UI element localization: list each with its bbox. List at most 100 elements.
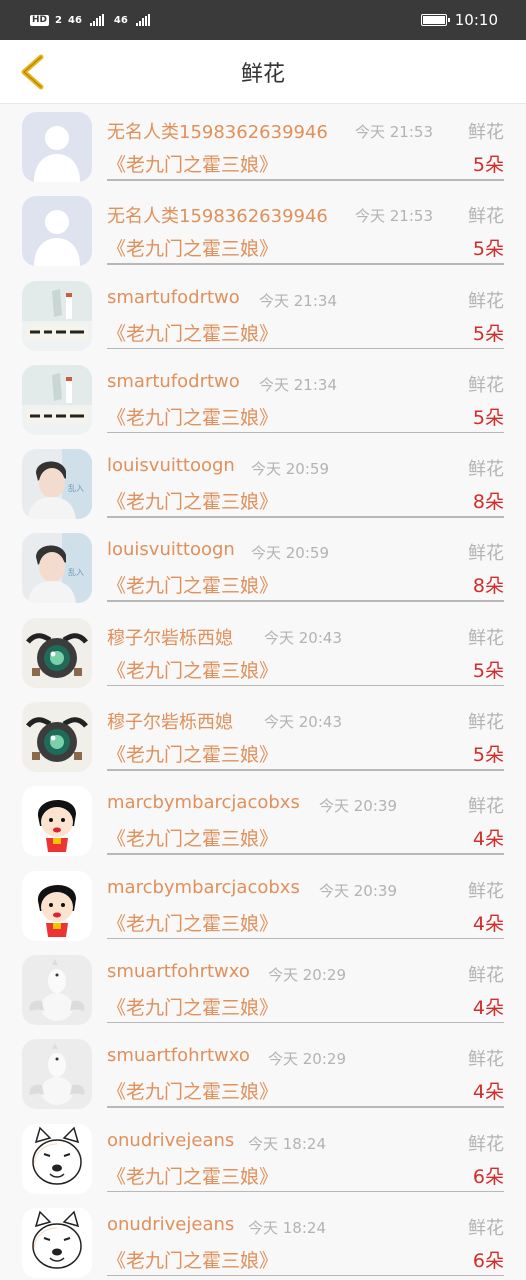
- gift-record-row[interactable]: onudrivejeans 今天 18:24 鲜花 《老九门之霍三娘》 6朵: [0, 1200, 526, 1280]
- gift-type-label: 鲜花: [468, 543, 504, 565]
- user-name[interactable]: smuartfohrtwxo: [107, 961, 250, 982]
- gift-record-row[interactable]: smuartfohrtwxo 今天 20:29 鲜花《老九门之霍三娘》 4朵: [0, 1031, 526, 1115]
- gift-type-label: 鲜花: [468, 712, 504, 734]
- status-right: 10:10: [420, 11, 498, 29]
- gift-type-label: 鲜花: [468, 627, 504, 649]
- row-divider: [107, 1106, 504, 1108]
- gift-quantity: 5朵: [472, 322, 504, 345]
- cartoon-avatar[interactable]: [22, 870, 92, 941]
- record-time: 今天 21:53: [355, 123, 433, 141]
- gift-record-row[interactable]: 无名人类1598362639946 今天 21:53 鲜花 《老九门之霍三娘》 5朵: [0, 188, 526, 272]
- record-time: 今天 20:43: [264, 628, 342, 647]
- row-divider: [107, 853, 504, 855]
- signal-icon: [135, 14, 150, 26]
- record-time: 今天 20:39: [319, 797, 397, 816]
- play-title: 《老九门之霍三娘》: [107, 1081, 279, 1104]
- default-avatar[interactable]: [22, 196, 92, 267]
- user-name[interactable]: louisvuittoogn: [107, 455, 235, 476]
- row-divider: [107, 684, 504, 687]
- gift-record-row[interactable]: smartufodrtwo 今天 21:34 鲜花 《老九门之霍三娘》 5朵: [0, 357, 526, 441]
- sim-slot: 2: [55, 14, 62, 26]
- calligraphy-avatar[interactable]: [22, 364, 92, 435]
- gift-record-row[interactable]: smuartfohrtwxo 今天 20:29 鲜花 《老九门之霍三娘》 4朵: [0, 947, 526, 1031]
- gift-record-row[interactable]: 乱入 louisvuittoogn 今天 20:59 鲜花 《老九门之霍三娘》 8朵: [0, 525, 526, 609]
- play-title: 《老九门之霍三娘》: [107, 744, 279, 767]
- play-title: 《老九门之霍三娘》: [107, 912, 279, 935]
- dog-flex-avatar[interactable]: [22, 1039, 92, 1110]
- gift-record-row[interactable]: 穆子尔砦栎西媳 今天 20:43 鲜花《老九门之霍三娘》 5朵: [0, 694, 526, 778]
- play-title: 《老九门之霍三娘》: [107, 238, 279, 261]
- network-label-2: 46: [113, 14, 128, 26]
- gift-record-row[interactable]: smartufodrtwo 今天 21:34 鲜花 《老九门之霍三娘》 5朵: [0, 273, 526, 357]
- play-title: 《老九门之霍三娘》: [107, 322, 279, 345]
- record-time: 今天 20:59: [251, 544, 329, 563]
- gift-quantity: 4朵: [472, 996, 504, 1019]
- gift-type-label: 鲜花: [468, 1049, 504, 1071]
- row-divider: [107, 347, 504, 350]
- play-title: 《老九门之霍三娘》: [107, 996, 279, 1019]
- gift-quantity: 5朵: [472, 744, 504, 767]
- calligraphy-avatar[interactable]: [22, 280, 92, 351]
- user-name[interactable]: smuartfohrtwxo: [107, 1045, 250, 1066]
- record-time: 今天 21:34: [259, 291, 337, 310]
- play-title: 《老九门之霍三娘》: [107, 491, 279, 514]
- battery-icon: [420, 14, 450, 26]
- gift-quantity: 5朵: [472, 238, 504, 261]
- gift-quantity: 8朵: [472, 491, 504, 514]
- gift-record-row[interactable]: 乱入 louisvuittoogn 今天 20:59 鲜花《老九门之霍三娘》 8朵: [0, 441, 526, 525]
- camera-avatar[interactable]: [22, 617, 92, 688]
- user-name[interactable]: marcbymbarcjacobxs: [107, 877, 300, 898]
- back-button[interactable]: [12, 52, 52, 92]
- play-title: 《老九门之霍三娘》: [107, 1249, 279, 1272]
- user-name[interactable]: smartufodrtwo: [107, 371, 240, 392]
- row-divider: [107, 263, 504, 265]
- record-time: 今天 20:29: [268, 1050, 346, 1069]
- status-time: 10:10: [454, 11, 498, 29]
- record-time: 今天 20:43: [264, 713, 342, 732]
- user-name[interactable]: marcbymbarcjacobxs: [107, 792, 300, 813]
- dog-flex-avatar[interactable]: [22, 954, 92, 1025]
- gift-record-row[interactable]: marcbymbarcjacobxs 今天 20:39 鲜花 《老九门之霍三娘》 4朵: [0, 863, 526, 947]
- row-divider: [107, 431, 504, 434]
- doge-avatar[interactable]: [22, 1207, 92, 1278]
- gift-quantity: 4朵: [472, 828, 504, 851]
- boy-avatar[interactable]: 乱入: [22, 533, 92, 604]
- row-divider: [107, 600, 504, 602]
- play-title: 《老九门之霍三娘》: [107, 406, 279, 429]
- gift-type-label: 鲜花: [468, 964, 504, 986]
- record-time: 今天 21:53: [355, 207, 433, 226]
- gift-quantity: 6朵: [472, 1249, 504, 1272]
- record-time: 今天 20:39: [319, 881, 397, 900]
- gift-type-label: 鲜花: [468, 374, 504, 396]
- svg-text:乱入: 乱入: [68, 483, 84, 493]
- user-name[interactable]: onudrivejeans: [107, 1214, 234, 1235]
- record-time: 今天 20:59: [251, 460, 329, 479]
- gift-record-row[interactable]: 穆子尔砦栎西媳 今天 20:43 鲜花 《老九门之霍三娘》 5朵: [0, 610, 526, 694]
- camera-avatar[interactable]: [22, 702, 92, 773]
- row-divider: [107, 1190, 504, 1193]
- gift-quantity: 5朵: [472, 406, 504, 429]
- user-name[interactable]: 穆子尔砦栎西媳: [107, 624, 233, 650]
- row-divider: [107, 1274, 504, 1277]
- user-name[interactable]: 无名人类1598362639946: [107, 202, 328, 228]
- user-name[interactable]: smartufodrtwo: [107, 287, 240, 308]
- gift-record-row[interactable]: onudrivejeans 今天 18:24 鲜花 《老九门之霍三娘》 6朵: [0, 1116, 526, 1200]
- cartoon-avatar[interactable]: [22, 786, 92, 857]
- gift-type-label: 鲜花: [468, 459, 504, 481]
- user-name[interactable]: 无名人类1598362639946: [107, 118, 328, 144]
- gift-quantity: 4朵: [472, 1081, 504, 1104]
- status-left: HD 2 46 46: [30, 14, 150, 26]
- gift-record-row[interactable]: marcbymbarcjacobxs 今天 20:39 鲜花 《老九门之霍三娘》 4朵: [0, 778, 526, 862]
- default-avatar[interactable]: [22, 112, 92, 182]
- gift-record-list[interactable]: 无名人类1598362639946 今天 21:53 鲜花 《老九门之霍三娘》 5朵 无名…: [0, 104, 526, 1280]
- record-time: 今天 18:24: [248, 1218, 326, 1237]
- gift-record-row[interactable]: 无名人类1598362639946 今天 21:53 鲜花 《老九门之霍三娘》 5朵: [0, 104, 526, 188]
- row-divider: [107, 769, 504, 771]
- boy-avatar[interactable]: 乱入: [22, 449, 92, 520]
- user-name[interactable]: louisvuittoogn: [107, 539, 235, 560]
- play-title: 《老九门之霍三娘》: [107, 1165, 279, 1188]
- user-name[interactable]: onudrivejeans: [107, 1130, 234, 1151]
- app-header: 鲜花: [0, 40, 526, 104]
- doge-avatar[interactable]: [22, 1123, 92, 1194]
- user-name[interactable]: 穆子尔砦栎西媳: [107, 708, 233, 734]
